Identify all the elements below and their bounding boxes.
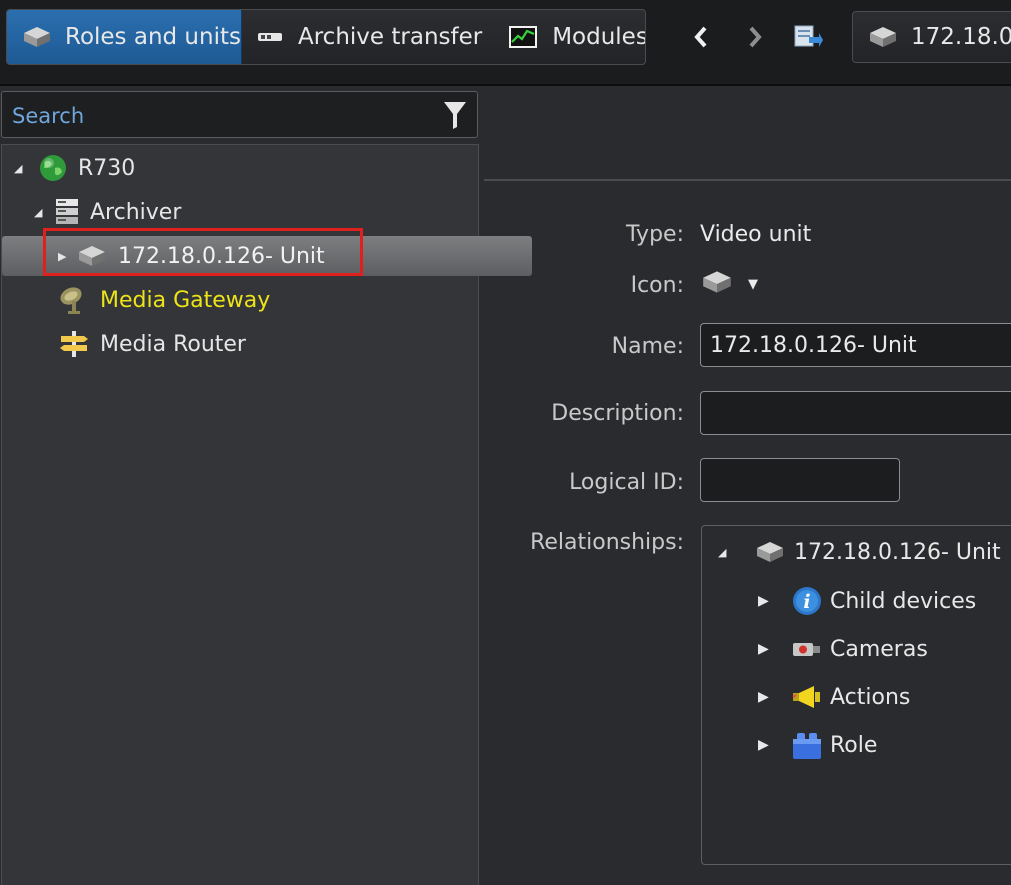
collapse-arrow-icon[interactable]: ◢ xyxy=(34,206,50,219)
unit-icon xyxy=(700,268,734,300)
svg-text:i: i xyxy=(803,591,810,613)
relationship-label: 172.18.0.126- Unit xyxy=(794,539,1001,565)
relationship-child-devices[interactable]: ▶ i Child devices xyxy=(758,583,976,619)
archive-transfer-icon xyxy=(256,27,286,47)
icon-picker[interactable]: ▼ xyxy=(700,268,758,300)
unit-icon xyxy=(21,24,53,50)
relationship-label: Role xyxy=(830,732,878,758)
relationship-root-item[interactable]: ◢ 172.18.0.126- Unit xyxy=(718,534,1001,570)
tree-item-unit[interactable]: ▶ 172.18.0.126- Unit xyxy=(2,236,532,276)
actions-icon xyxy=(792,684,822,710)
logical-id-input[interactable] xyxy=(701,459,899,501)
tab-archive-transfer[interactable]: Archive transfer xyxy=(242,10,494,64)
search-box xyxy=(1,91,478,139)
logical-id-field xyxy=(700,458,900,502)
relationship-label: Cameras xyxy=(830,636,928,662)
unit-icon xyxy=(76,243,108,269)
tree-item-label: Media Gateway xyxy=(100,287,271,313)
pin-page-button[interactable] xyxy=(792,22,824,52)
role-icon xyxy=(792,730,822,760)
task-tab-group: Roles and units Archive transfer Modules xyxy=(6,9,646,65)
entity-tree: ◢ R730 ◢ Archiver ▶ 172.18.0.126- Unit M… xyxy=(1,144,532,885)
media-gateway-icon xyxy=(58,285,90,315)
expand-arrow-icon[interactable]: ▶ xyxy=(758,641,792,657)
address-label: 172.18.0.126- Unit xyxy=(911,24,1011,50)
tree-item-label: Media Router xyxy=(100,331,246,357)
tree-item-label: 172.18.0.126- Unit xyxy=(118,243,325,269)
tree-item-label: R730 xyxy=(78,155,136,181)
name-input[interactable] xyxy=(701,324,1011,366)
globe-icon xyxy=(38,153,68,183)
header-divider xyxy=(484,179,1011,181)
tree-item-r730[interactable]: ◢ R730 xyxy=(2,148,488,188)
description-field xyxy=(700,391,1011,435)
relationship-actions[interactable]: ▶ Actions xyxy=(758,679,910,715)
expand-arrow-icon[interactable]: ▶ xyxy=(758,737,792,753)
relationship-role[interactable]: ▶ Role xyxy=(758,727,877,763)
archiver-icon xyxy=(54,197,80,227)
tab-roles-and-units[interactable]: Roles and units xyxy=(7,10,242,64)
type-value: Video unit xyxy=(700,222,812,247)
tab-label: Modules xyxy=(552,24,646,50)
name-field xyxy=(700,323,1011,367)
icon-label: Icon: xyxy=(630,273,684,298)
info-icon: i xyxy=(792,586,822,616)
tree-item-archiver[interactable]: ◢ Archiver xyxy=(2,192,508,232)
unit-icon xyxy=(867,24,899,50)
relationship-label: Actions xyxy=(830,684,911,710)
tab-label: Roles and units xyxy=(65,24,241,50)
collapse-arrow-icon[interactable]: ◢ xyxy=(718,546,754,559)
type-label: Type: xyxy=(626,222,684,247)
name-label: Name: xyxy=(611,334,684,359)
description-label: Description: xyxy=(551,401,684,426)
media-router-icon xyxy=(58,329,90,359)
back-button[interactable] xyxy=(688,22,714,52)
tab-modules[interactable]: Modules xyxy=(494,10,646,64)
unit-icon xyxy=(754,539,786,565)
search-input[interactable] xyxy=(10,92,434,139)
expand-arrow-icon[interactable]: ▶ xyxy=(758,689,792,705)
tree-item-label: Archiver xyxy=(90,199,182,225)
expand-arrow-icon[interactable]: ▶ xyxy=(58,250,74,263)
description-input[interactable] xyxy=(701,392,1011,434)
relationship-label: Child devices xyxy=(830,588,977,614)
logical-id-label: Logical ID: xyxy=(569,470,684,495)
tree-item-media-gateway[interactable]: Media Gateway xyxy=(2,280,532,320)
relationships-tree: ◢ 172.18.0.126- Unit ▶ i Child devices ▶ xyxy=(701,525,1011,865)
modules-icon xyxy=(508,24,540,50)
pin-page-icon xyxy=(794,25,823,47)
tree-item-media-router[interactable]: Media Router xyxy=(2,324,532,364)
chevron-left-icon xyxy=(694,26,707,48)
collapse-arrow-icon[interactable]: ◢ xyxy=(14,162,30,175)
chevron-right-icon xyxy=(749,26,762,48)
tab-label: Archive transfer xyxy=(298,24,483,50)
expand-arrow-icon[interactable]: ▶ xyxy=(758,593,792,609)
address-tab[interactable]: 172.18.0.126- Unit xyxy=(852,11,1011,63)
camera-icon xyxy=(792,637,822,661)
dropdown-arrow-icon[interactable]: ▼ xyxy=(748,277,758,292)
filter-icon[interactable] xyxy=(443,100,467,134)
relationships-label: Relationships: xyxy=(530,530,684,555)
relationship-cameras[interactable]: ▶ Cameras xyxy=(758,631,928,667)
forward-button[interactable] xyxy=(742,22,768,52)
top-toolbar: Roles and units Archive transfer Modules… xyxy=(0,0,1011,86)
